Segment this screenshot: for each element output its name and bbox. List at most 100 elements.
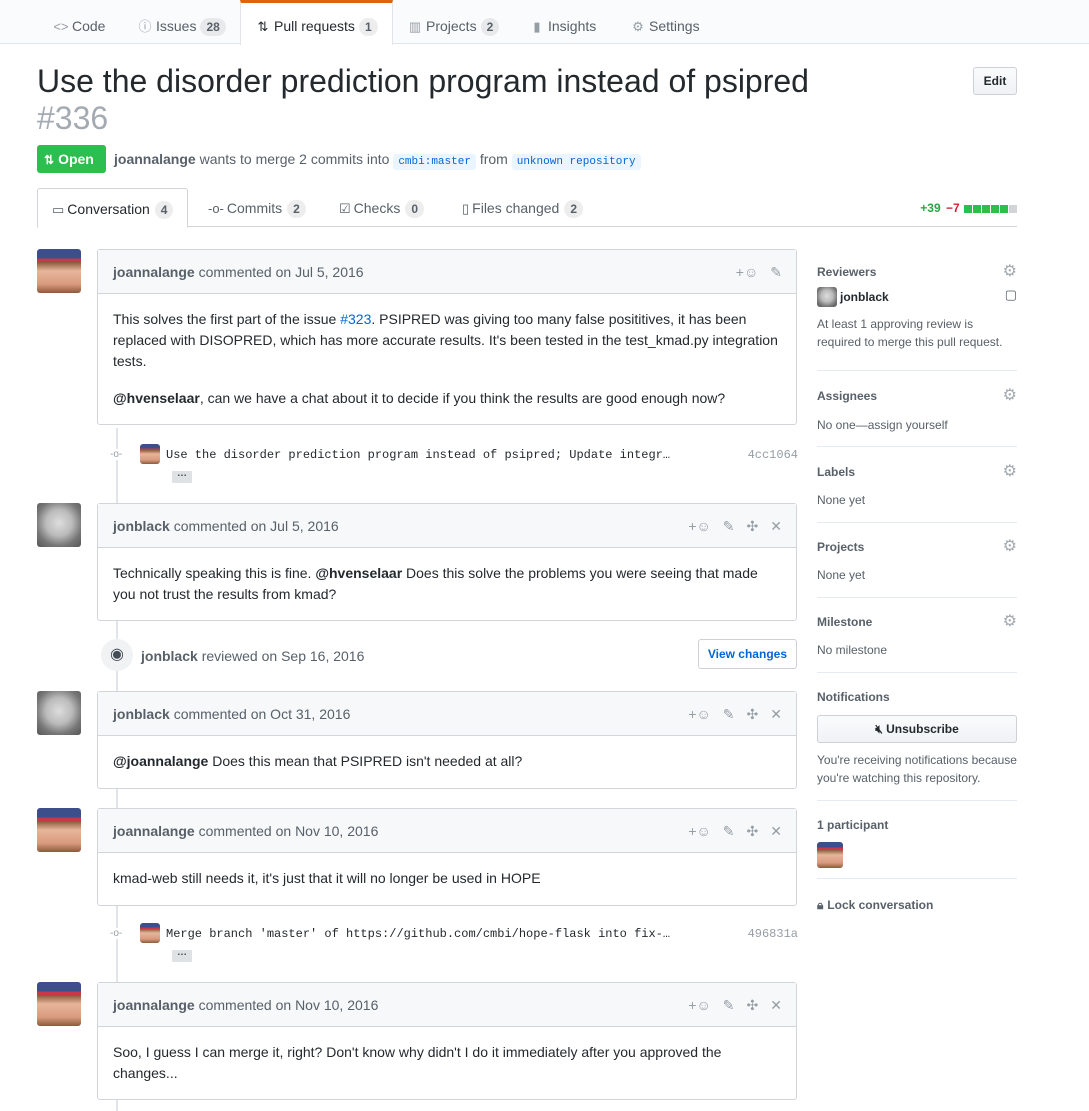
add-reaction-icon[interactable]: +☺ [736, 264, 758, 280]
comment-body: kmad-web still needs it, it's just that … [113, 870, 541, 886]
user-mention[interactable]: @joannalange [113, 753, 208, 769]
sidebar-heading[interactable]: Labels [817, 464, 1017, 480]
add-reaction-icon[interactable]: +☺ [688, 706, 710, 722]
sidebar-heading[interactable]: Assignees [817, 388, 1017, 404]
close-icon[interactable]: ✕ [770, 997, 782, 1013]
diffstat-additions: +39 [920, 201, 941, 215]
close-icon[interactable]: ✕ [770, 706, 782, 722]
labels-value: None yet [817, 493, 866, 507]
comment-author[interactable]: joannalange [113, 823, 195, 839]
pencil-icon[interactable]: ✎ [723, 706, 735, 722]
pencil-icon[interactable]: ✎ [723, 518, 735, 534]
avatar[interactable] [37, 808, 81, 852]
commit-avatar[interactable] [140, 444, 160, 464]
comment-meta[interactable]: commented on Jul 5, 2016 [199, 264, 364, 280]
repo-tab-projects[interactable]: ▥ Projects 2 [407, 0, 500, 44]
sidebar-heading[interactable]: Milestone [817, 614, 1017, 630]
diffstat-blocks [963, 201, 1017, 215]
gear-icon[interactable]: ⚙ [1003, 264, 1017, 280]
repo-tab-pull-requests[interactable]: ⇅ Pull requests 1 [240, 0, 393, 45]
diffstat-block [982, 205, 990, 213]
pencil-icon[interactable]: ✎ [770, 264, 782, 280]
discussion-sidebar: Reviewers ⚙ jonblack ▢ At least 1 approv… [817, 249, 1017, 913]
comment-meta[interactable]: commented on Nov 10, 2016 [199, 997, 379, 1013]
repo-tab-insights[interactable]: ▮ Insights [529, 0, 596, 44]
gear-icon[interactable]: ⚙ [1003, 388, 1017, 404]
lock-icon: 🔒︎ [817, 898, 824, 912]
review-text: jonblack reviewed on Sep 16, 2016 [141, 648, 364, 664]
commit-message[interactable]: Use the disorder prediction program inst… [166, 448, 670, 462]
avatar[interactable] [37, 691, 81, 735]
user-mention[interactable]: @hvenselaar [315, 565, 402, 581]
code-icon: <> [53, 19, 69, 34]
participant-avatar[interactable] [817, 842, 843, 868]
hide-icon[interactable]: ✣ [747, 518, 759, 534]
base-branch[interactable]: cmbi:master [393, 154, 476, 170]
pr-author-link[interactable]: joannalange [114, 151, 196, 167]
avatar[interactable] [37, 249, 81, 293]
sidebar-heading[interactable]: Reviewers [817, 264, 1017, 280]
pr-title-text: Use the disorder prediction program inst… [37, 63, 809, 99]
commit-row: -o- Merge branch 'master' of https://git… [108, 923, 798, 945]
commit-sha[interactable]: 496831a [748, 927, 798, 941]
sidebar-labels: Labels ⚙ None yet [817, 447, 1017, 523]
issues-count: 28 [200, 18, 226, 36]
assign-yourself-link[interactable]: No one—assign yourself [817, 416, 1017, 434]
sidebar-heading[interactable]: Projects [817, 539, 1017, 555]
add-reaction-icon[interactable]: +☺ [688, 518, 710, 534]
comment-meta[interactable]: commented on Jul 5, 2016 [174, 518, 339, 534]
comment-header: joannalange commented on Jul 5, 2016 +☺ ✎ [98, 250, 796, 294]
repo-tab-issues[interactable]: ⓘ Issues 28 [137, 0, 226, 44]
close-icon[interactable]: ✕ [770, 823, 782, 839]
commit-sha[interactable]: 4cc1064 [748, 448, 798, 462]
hide-icon[interactable]: ✣ [747, 823, 759, 839]
expand-commit-button[interactable]: … [172, 948, 192, 962]
repo-tab-code[interactable]: <> Code [53, 0, 105, 44]
hide-icon[interactable]: ✣ [747, 706, 759, 722]
diffstat-block [1000, 205, 1008, 213]
user-mention[interactable]: @hvenselaar [113, 390, 200, 406]
comment-author[interactable]: jonblack [113, 706, 170, 722]
issue-link[interactable]: #323 [340, 311, 371, 327]
comment-author[interactable]: jonblack [113, 518, 170, 534]
repo-tab-settings[interactable]: ⚙ Settings [630, 0, 699, 44]
edit-button[interactable]: Edit [973, 67, 1017, 95]
avatar[interactable] [37, 982, 81, 1026]
sidebar-reviewers: Reviewers ⚙ jonblack ▢ At least 1 approv… [817, 249, 1017, 371]
gear-icon[interactable]: ⚙ [1003, 464, 1017, 480]
commit-message[interactable]: Merge branch 'master' of https://github.… [166, 927, 670, 941]
close-icon[interactable]: ✕ [770, 518, 782, 534]
pull-requests-count: 1 [358, 18, 378, 36]
reviewer-avatar[interactable] [817, 287, 837, 307]
review-author[interactable]: jonblack [141, 648, 198, 664]
sidebar-assignees: Assignees ⚙ No one—assign yourself [817, 371, 1017, 447]
comment-author[interactable]: joannalange [113, 997, 195, 1013]
comment-author[interactable]: joannalange [113, 264, 195, 280]
comment-meta[interactable]: commented on Oct 31, 2016 [174, 706, 351, 722]
add-reaction-icon[interactable]: +☺ [688, 823, 710, 839]
review-meta[interactable]: reviewed on Sep 16, 2016 [202, 648, 365, 664]
pencil-icon[interactable]: ✎ [723, 997, 735, 1013]
expand-commit-button[interactable]: … [172, 469, 192, 483]
avatar[interactable] [37, 503, 81, 547]
view-changes-button[interactable]: View changes [697, 639, 797, 669]
add-reaction-icon[interactable]: +☺ [688, 997, 710, 1013]
pencil-icon[interactable]: ✎ [723, 823, 735, 839]
tab-files-changed[interactable]: ▯ Files changed 2 [462, 188, 584, 227]
gear-icon[interactable]: ⚙ [1003, 539, 1017, 555]
pr-title: Use the disorder prediction program inst… [37, 63, 937, 137]
tab-commits[interactable]: -o- Commits 2 [208, 188, 306, 227]
issue-icon: ⓘ [138, 19, 152, 34]
unsubscribe-button[interactable]: 🔇︎ Unsubscribe [817, 715, 1017, 743]
diffstat: +39 −7 [920, 201, 1017, 215]
commit-avatar[interactable] [140, 923, 160, 943]
lock-conversation[interactable]: 🔒︎ Lock conversation [817, 879, 1017, 913]
gear-icon[interactable]: ⚙ [1003, 614, 1017, 630]
hide-icon[interactable]: ✣ [747, 997, 759, 1013]
reviewer-name[interactable]: jonblack [840, 290, 889, 304]
tab-conversation[interactable]: ▭ Conversation 4 [37, 188, 189, 228]
tab-checks[interactable]: ☑ Checks 0 [339, 188, 425, 227]
review-event: ◉ jonblack reviewed on Sep 16, 2016 View… [101, 639, 797, 671]
sidebar-projects: Projects ⚙ None yet [817, 523, 1017, 598]
comment-meta[interactable]: commented on Nov 10, 2016 [199, 823, 379, 839]
